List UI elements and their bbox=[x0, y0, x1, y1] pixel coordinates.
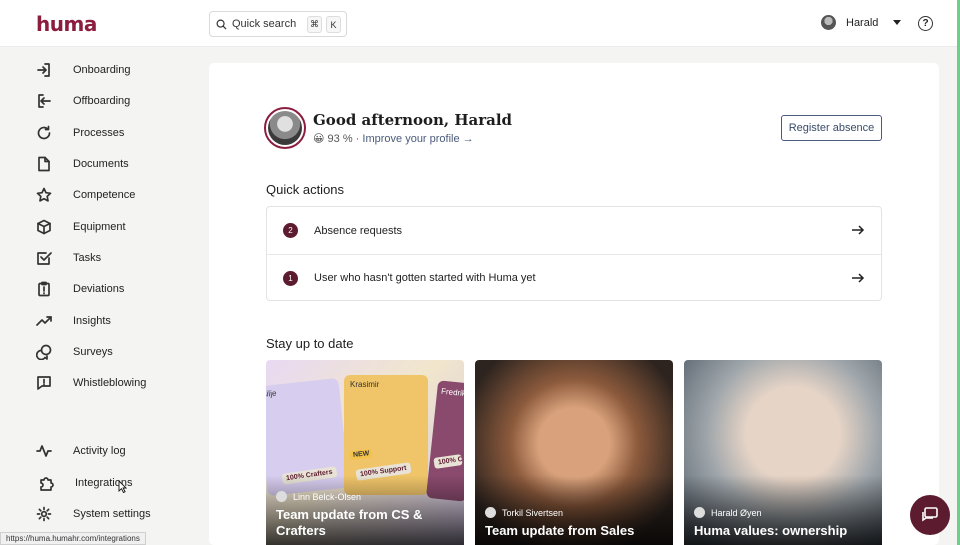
card-author: Harald Øyen bbox=[694, 507, 762, 518]
command-key: ⌘ bbox=[307, 16, 322, 33]
quick-action-label: Absence requests bbox=[314, 224, 403, 237]
puzzle-icon bbox=[40, 477, 54, 491]
avatar bbox=[821, 15, 836, 30]
sidebar-item-documents[interactable]: Documents bbox=[36, 156, 129, 172]
profile-avatar[interactable] bbox=[264, 107, 306, 149]
card-title: Huma values: ownership bbox=[694, 523, 848, 538]
sidebar-item-processes[interactable]: Processes bbox=[36, 125, 124, 141]
chat-icon bbox=[922, 507, 938, 522]
sidebar-item-label: Tasks bbox=[73, 252, 102, 264]
author-name: Torkil Sivertsen bbox=[502, 507, 564, 518]
huma-logo[interactable]: huma bbox=[36, 12, 97, 36]
register-absence-button[interactable]: Register absence bbox=[781, 115, 882, 141]
update-card[interactable]: Harald Øyen Huma values: ownership bbox=[684, 360, 882, 545]
sidebar-item-tasks[interactable]: Tasks bbox=[36, 250, 101, 266]
separator: · bbox=[355, 133, 360, 145]
arrow-right-icon bbox=[852, 273, 865, 283]
document-icon bbox=[38, 156, 50, 172]
sidebar-item-deviations[interactable]: Deviations bbox=[36, 281, 124, 297]
card-title: Team update from CS & Crafters bbox=[276, 507, 423, 538]
help-icon[interactable]: ? bbox=[918, 16, 933, 31]
sidebar-item-label: Insights bbox=[73, 315, 111, 327]
quick-action-not-started-users[interactable]: 1 User who hasn't gotten started with Hu… bbox=[267, 254, 881, 301]
pulse-icon bbox=[36, 445, 52, 457]
quick-action-label: User who hasn't gotten started with Huma… bbox=[314, 272, 536, 284]
quick-search-label: Quick search bbox=[232, 18, 297, 30]
sidebar-item-activity-log[interactable]: Activity log bbox=[36, 443, 126, 459]
avatar bbox=[276, 491, 287, 502]
profile-emoji: 😀 bbox=[313, 133, 325, 145]
avatar bbox=[694, 507, 705, 518]
checkbox-icon bbox=[37, 252, 52, 265]
sign-out-icon bbox=[38, 94, 51, 108]
card-author: Linn Belck-Olsen bbox=[276, 491, 361, 502]
user-name: Harald bbox=[846, 16, 879, 29]
message-alert-icon bbox=[37, 376, 51, 390]
box-icon bbox=[37, 219, 51, 235]
arrow-right-icon bbox=[852, 225, 865, 235]
quick-search-input[interactable]: Quick search ⌘ K bbox=[209, 11, 347, 37]
author-name: Harald Øyen bbox=[711, 507, 762, 518]
clipboard-alert-icon bbox=[38, 281, 50, 297]
sidebar-item-label: System settings bbox=[73, 508, 151, 520]
sidebar-item-surveys[interactable]: Surveys bbox=[36, 344, 113, 360]
sidebar-item-competence[interactable]: Competence bbox=[36, 187, 135, 203]
quick-actions-list: 2 Absence requests 1 User who hasn't got… bbox=[266, 206, 882, 301]
search-icon bbox=[216, 19, 227, 30]
chevron-down-icon bbox=[893, 20, 902, 25]
photo-tile-name: Krasimir bbox=[350, 380, 380, 389]
sidebar-item-label: Deviations bbox=[73, 283, 125, 295]
sidebar-item-label: Surveys bbox=[73, 346, 113, 358]
star-icon bbox=[36, 187, 52, 202]
sidebar-item-whistleblowing[interactable]: Whistleblowing bbox=[36, 375, 146, 391]
sidebar-item-label: Offboarding bbox=[73, 95, 131, 107]
sidebar-item-label: Competence bbox=[73, 189, 136, 201]
sign-in-icon bbox=[37, 63, 50, 77]
sidebar-item-onboarding[interactable]: Onboarding bbox=[36, 62, 131, 78]
count-badge: 2 bbox=[283, 223, 298, 238]
sidebar-item-label: Onboarding bbox=[73, 64, 131, 76]
chat-bubbles-icon bbox=[36, 344, 52, 360]
top-bar: huma Quick search ⌘ K Harald ? bbox=[0, 0, 960, 47]
sidebar-item-equipment[interactable]: Equipment bbox=[36, 219, 126, 235]
trend-up-icon bbox=[36, 316, 52, 326]
sidebar-item-label: Equipment bbox=[73, 221, 126, 233]
card-author: Torkil Sivertsen bbox=[485, 507, 563, 518]
sidebar-item-system-settings[interactable]: System settings bbox=[36, 506, 151, 522]
stay-up-to-date-heading: Stay up to date bbox=[266, 336, 354, 351]
photo-tile-name: Fredrik bbox=[440, 386, 464, 399]
profile-progress: 😀 93 % · Improve your profile → bbox=[313, 132, 474, 145]
sidebar-item-label: Activity log bbox=[73, 445, 126, 457]
improve-profile-link[interactable]: Improve your profile → bbox=[362, 133, 473, 145]
update-card[interactable]: Torkil Sivertsen Team update from Sales bbox=[475, 360, 673, 545]
avatar bbox=[485, 507, 496, 518]
chat-launcher-button[interactable] bbox=[910, 495, 950, 535]
user-menu[interactable]: Harald bbox=[821, 15, 902, 30]
gear-icon bbox=[36, 506, 52, 522]
quick-actions-heading: Quick actions bbox=[266, 182, 345, 197]
card-title: Team update from Sales bbox=[485, 523, 635, 538]
count-badge: 1 bbox=[283, 270, 298, 286]
update-card[interactable]: Silje Krasimir Fredrik 100% Crafters NEW… bbox=[266, 360, 464, 545]
refresh-icon bbox=[37, 125, 51, 140]
status-bar-url: https://huma.humahr.com/integrations bbox=[0, 532, 146, 545]
sidebar: Onboarding Offboarding Processes Documen… bbox=[0, 47, 200, 545]
mouse-pointer-icon bbox=[118, 480, 127, 493]
sidebar-item-offboarding[interactable]: Offboarding bbox=[36, 93, 130, 109]
sidebar-item-label: Documents bbox=[73, 158, 129, 170]
author-name: Linn Belck-Olsen bbox=[293, 491, 362, 502]
sidebar-item-label: Processes bbox=[73, 127, 125, 139]
quick-action-absence-requests[interactable]: 2 Absence requests bbox=[267, 207, 881, 254]
sidebar-item-label: Whistleblowing bbox=[73, 377, 147, 389]
greeting-title: Good afternoon, Harald bbox=[313, 111, 513, 129]
profile-percent: 93 % bbox=[327, 133, 353, 145]
k-key: K bbox=[326, 16, 341, 33]
photo-tile-name: Silje bbox=[266, 388, 277, 400]
sidebar-item-insights[interactable]: Insights bbox=[36, 313, 111, 329]
